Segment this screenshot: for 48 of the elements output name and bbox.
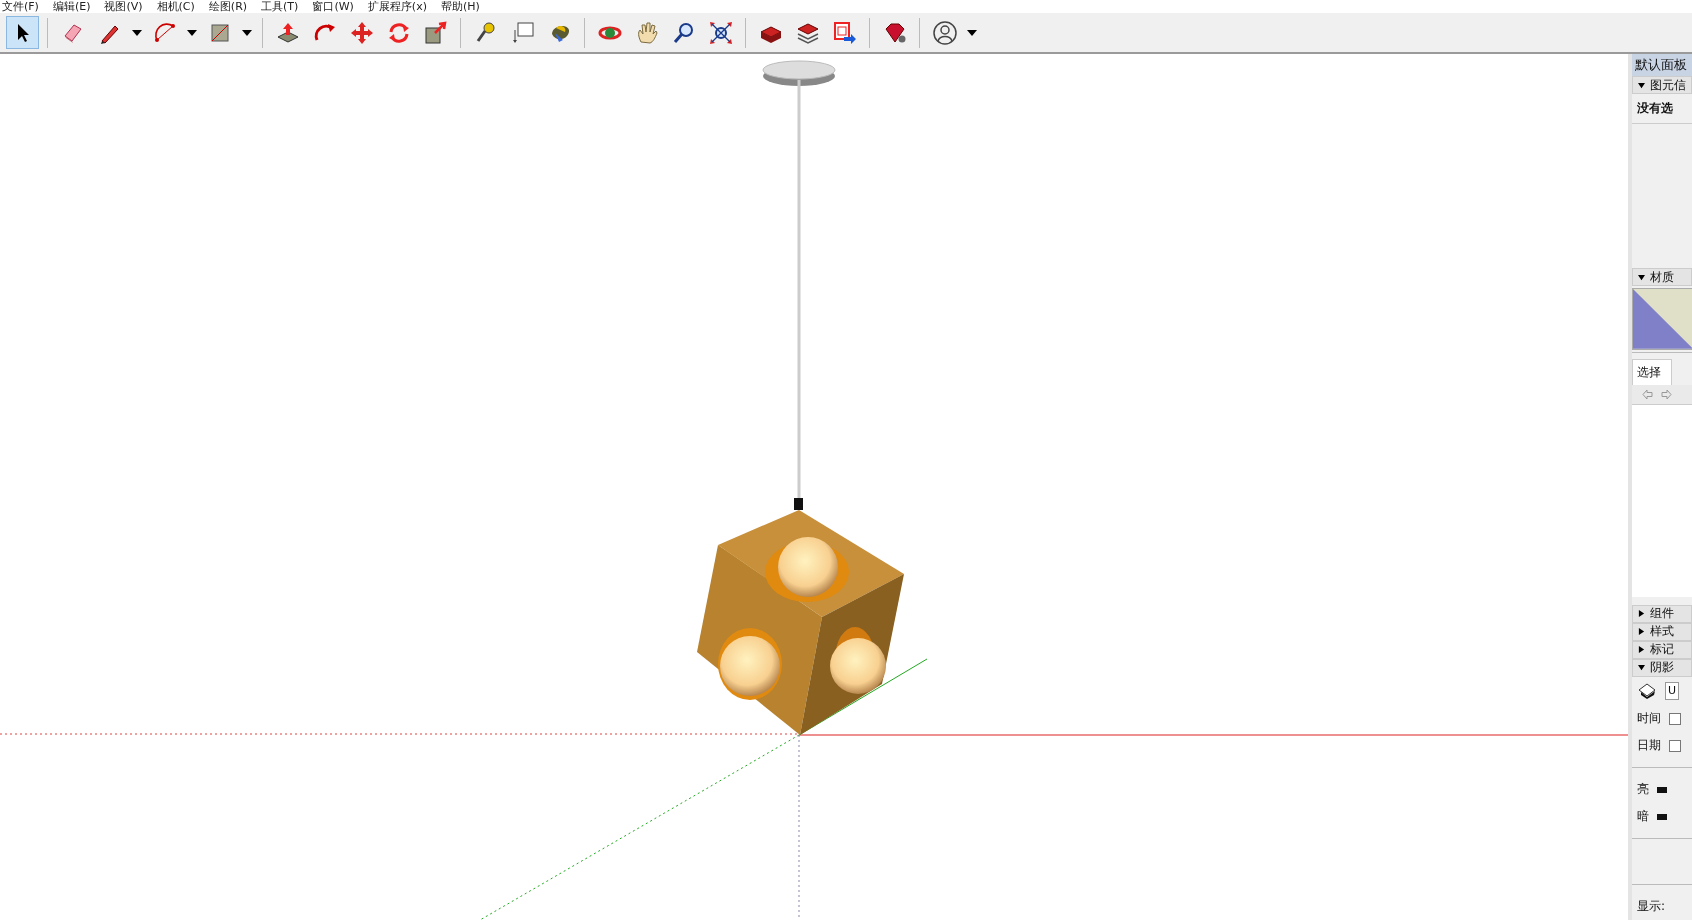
scale-icon — [422, 19, 449, 46]
caret-icon — [242, 29, 252, 36]
timezone-field[interactable]: U — [1665, 682, 1680, 701]
menu-item[interactable]: 扩展程序(x) — [367, 0, 427, 13]
menu-item[interactable]: 文件(F) — [2, 0, 39, 13]
panel-section-header[interactable]: 材质 — [1632, 268, 1692, 287]
slider-thumb[interactable] — [1657, 813, 1667, 820]
caret-icon — [967, 29, 977, 36]
checkbox[interactable] — [1669, 739, 1681, 752]
zoom-extents-icon — [707, 19, 734, 46]
menu-item[interactable]: 工具(T) — [261, 0, 299, 13]
material-swatch — [1632, 288, 1692, 350]
menu-item[interactable]: 相机(C) — [156, 0, 195, 13]
account-icon — [931, 19, 958, 46]
section-title: 样式 — [1650, 623, 1674, 641]
menu-item[interactable]: 绘图(R) — [208, 0, 248, 13]
expanded-triangle-icon[interactable] — [1638, 273, 1645, 281]
display-label: 显示: — [1636, 898, 1667, 915]
setting-label: 日期 — [1637, 737, 1661, 755]
export-icon — [831, 19, 858, 46]
setting-label: 时间 — [1637, 710, 1661, 728]
panel-section-header[interactable]: 图元信 — [1632, 76, 1692, 94]
selection-tab[interactable]: 选择 — [1632, 358, 1672, 385]
checkbox[interactable] — [1669, 712, 1681, 725]
menu-item[interactable]: 视图(V) — [104, 0, 143, 13]
menu-item[interactable]: 窗口(W) — [312, 0, 354, 13]
collapsed-triangle-icon[interactable] — [1638, 646, 1645, 654]
tray-title: 默认面板 — [1632, 54, 1692, 76]
setting-label: 亮 — [1637, 781, 1649, 799]
slider-thumb[interactable] — [1657, 786, 1667, 793]
section-title: 材质 — [1650, 268, 1674, 286]
section-title: 标记 — [1650, 641, 1674, 659]
menu-item[interactable]: 编辑(E) — [52, 0, 91, 13]
collapsed-triangle-icon[interactable] — [1638, 610, 1645, 618]
expanded-triangle-icon[interactable] — [1638, 664, 1645, 672]
selection-status-text: 没有选 — [1632, 94, 1692, 124]
section-title: 阴影 — [1650, 659, 1674, 677]
caret-icon — [132, 29, 142, 36]
setting-label: 暗 — [1637, 808, 1649, 826]
panel-section-header[interactable]: 组件 — [1632, 604, 1692, 623]
collapsed-triangle-icon[interactable] — [1638, 628, 1645, 636]
shadow-toggle-icon[interactable] — [1637, 682, 1657, 701]
arrow-cursor-tool-button[interactable] — [6, 16, 39, 49]
section-title: 图元信 — [1650, 76, 1686, 94]
section-title: 组件 — [1650, 605, 1674, 623]
menu-item[interactable]: 帮助(H) — [440, 0, 480, 13]
caret-icon — [187, 29, 197, 36]
expanded-triangle-icon[interactable] — [1638, 81, 1645, 89]
